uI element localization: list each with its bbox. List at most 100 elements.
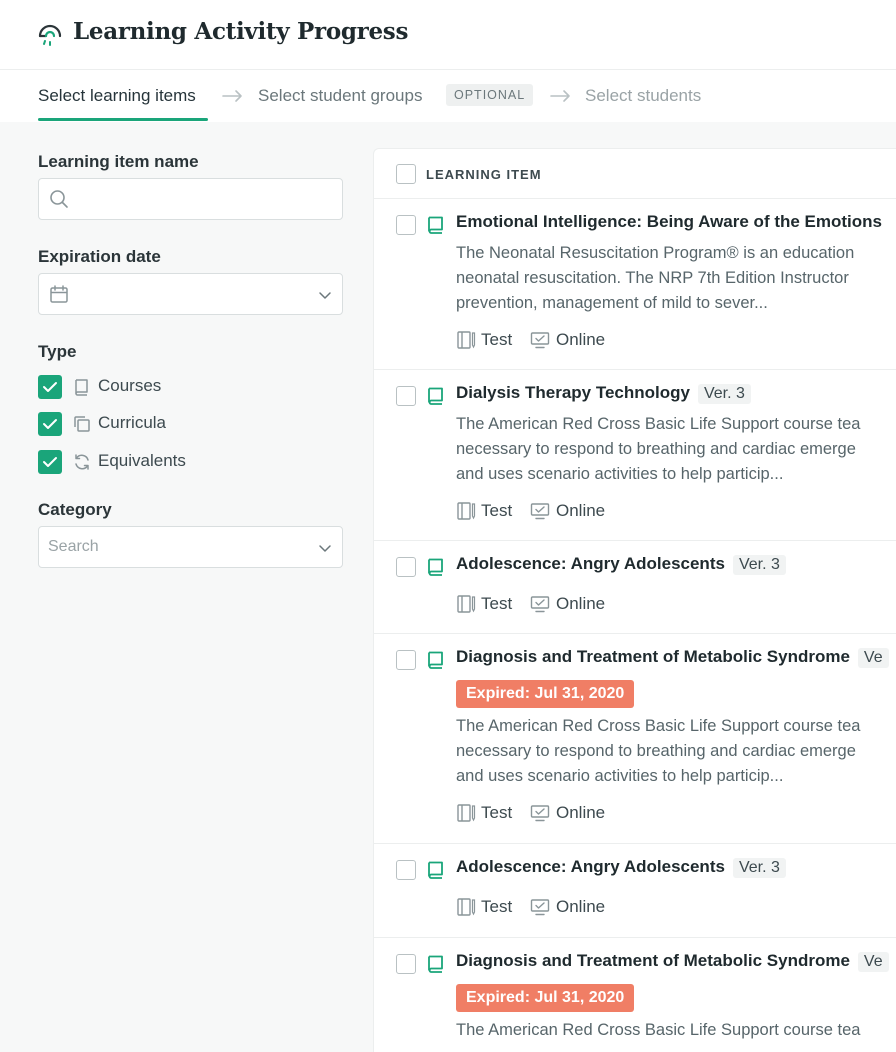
item-title-text: Adolescence: Angry Adolescents xyxy=(456,857,725,876)
test-icon xyxy=(457,804,476,822)
list-item[interactable]: Diagnosis and Treatment of Metabolic Syn… xyxy=(374,938,896,1052)
item-checkbox[interactable] xyxy=(396,215,416,235)
type-label: Type xyxy=(38,342,77,361)
chevron-down-icon xyxy=(319,292,331,299)
item-checkbox[interactable] xyxy=(396,860,416,880)
item-description-line: The Neonatal Resuscitation Program® is a… xyxy=(456,244,855,262)
item-tag-test: Test xyxy=(481,501,513,520)
type-option-courses[interactable]: Courses xyxy=(38,375,298,399)
expired-badge: Expired: Jul 31, 2020 xyxy=(456,984,635,1012)
page-title: Learning Activity Progress xyxy=(73,18,409,45)
list-item[interactable]: Diagnosis and Treatment of Metabolic Syn… xyxy=(374,634,896,844)
stack-icon xyxy=(74,416,90,432)
test-icon xyxy=(457,502,476,520)
version-badge: Ver. 3 xyxy=(732,555,786,575)
item-title[interactable]: Emotional Intelligence: Being Aware of t… xyxy=(456,212,882,232)
item-title[interactable]: Adolescence: Angry Adolescents Ver. 3 xyxy=(456,857,786,878)
type-option-label: Equivalents xyxy=(98,451,186,470)
step-select-students[interactable]: Select students xyxy=(585,86,701,106)
test-icon xyxy=(457,595,476,613)
item-description-line: neonatal resuscitation. The NRP 7th Edit… xyxy=(456,269,849,287)
type-option-label: Courses xyxy=(98,376,162,395)
version-badge: Ver. 3 xyxy=(697,384,751,404)
monitor-icon xyxy=(530,332,550,349)
item-checkbox[interactable] xyxy=(396,954,416,974)
select-all-checkbox[interactable] xyxy=(396,164,416,184)
active-step-indicator xyxy=(38,118,208,121)
list-header: LEARNING ITEM xyxy=(374,149,896,199)
item-description-line: necessary to respond to breathing and ca… xyxy=(456,440,856,458)
learning-item-name-label: Learning item name xyxy=(38,152,199,171)
checkbox-checked[interactable] xyxy=(38,375,62,399)
item-meta: Test Online xyxy=(456,896,756,918)
category-placeholder: Search xyxy=(48,538,99,555)
step-navigation: Select learning items Select student gro… xyxy=(0,70,896,122)
book-icon xyxy=(428,861,443,879)
category-label: Category xyxy=(38,500,112,519)
book-icon xyxy=(75,379,88,396)
item-checkbox[interactable] xyxy=(396,557,416,577)
chevron-down-icon xyxy=(319,545,331,552)
step-select-student-groups[interactable]: Select student groups xyxy=(258,86,422,106)
item-tag-test: Test xyxy=(481,803,513,822)
item-title-text: Diagnosis and Treatment of Metabolic Syn… xyxy=(456,647,850,666)
app-header: Learning Activity Progress xyxy=(0,0,896,70)
checkbox-checked[interactable] xyxy=(38,450,62,474)
item-description-line: necessary to respond to breathing and ca… xyxy=(456,742,856,760)
type-option-equivalents[interactable]: Equivalents xyxy=(38,450,298,474)
item-tag-online: Online xyxy=(556,897,606,916)
item-title-text: Adolescence: Angry Adolescents xyxy=(456,554,725,573)
monitor-icon xyxy=(530,805,550,822)
calendar-icon xyxy=(50,285,68,303)
item-description-line: prevention, management of mild to sever.… xyxy=(456,294,768,312)
item-description-line: and uses scenario activities to help par… xyxy=(456,767,784,785)
item-tag-test: Test xyxy=(481,594,513,613)
monitor-icon xyxy=(530,503,550,520)
item-title[interactable]: Diagnosis and Treatment of Metabolic Syn… xyxy=(456,647,889,668)
arrow-right-icon xyxy=(550,90,570,102)
item-title[interactable]: Adolescence: Angry Adolescents Ver. 3 xyxy=(456,554,786,575)
book-icon xyxy=(428,387,443,405)
item-tag-online: Online xyxy=(556,803,606,822)
type-option-label: Curricula xyxy=(98,413,167,432)
item-tag-online: Online xyxy=(556,330,606,349)
book-icon xyxy=(428,651,443,669)
item-meta: Test Online xyxy=(456,593,756,615)
item-description-line: and uses scenario activities to help par… xyxy=(456,465,784,483)
item-meta: Test Online xyxy=(456,500,756,522)
search-icon xyxy=(50,190,68,208)
arrow-right-icon xyxy=(222,90,242,102)
category-select[interactable]: Search xyxy=(38,526,343,568)
expiration-date-picker[interactable] xyxy=(38,273,343,315)
monitor-icon xyxy=(530,899,550,916)
expiration-date-label: Expiration date xyxy=(38,247,161,266)
version-badge: Ve xyxy=(857,648,889,668)
column-header-learning-item: LEARNING ITEM xyxy=(426,167,542,182)
item-title-text: Diagnosis and Treatment of Metabolic Syn… xyxy=(456,951,850,970)
item-tag-online: Online xyxy=(556,594,606,613)
book-icon xyxy=(428,955,443,973)
item-title[interactable]: Diagnosis and Treatment of Metabolic Syn… xyxy=(456,951,889,972)
test-icon xyxy=(457,331,476,349)
item-tag-test: Test xyxy=(481,330,513,349)
version-badge: Ve xyxy=(857,952,889,972)
step-select-learning-items[interactable]: Select learning items xyxy=(38,86,196,106)
checkbox-checked[interactable] xyxy=(38,412,62,436)
item-meta: Test Online xyxy=(456,802,756,824)
item-description-line: The American Red Cross Basic Life Suppor… xyxy=(456,1021,861,1039)
list-item[interactable]: Dialysis Therapy Technology Ver. 3 The Am… xyxy=(374,370,896,541)
item-tag-online: Online xyxy=(556,501,606,520)
item-description-line: The American Red Cross Basic Life Suppor… xyxy=(456,717,861,735)
item-title[interactable]: Dialysis Therapy Technology Ver. 3 xyxy=(456,383,751,404)
type-option-curricula[interactable]: Curricula xyxy=(38,412,298,436)
item-checkbox[interactable] xyxy=(396,650,416,670)
list-item[interactable]: Adolescence: Angry Adolescents Ver. 3 Tes… xyxy=(374,844,896,938)
optional-badge: OPTIONAL xyxy=(446,84,534,106)
learning-items-panel: LEARNING ITEM Emotional Intelligence: Be… xyxy=(373,148,896,1052)
list-item[interactable]: Adolescence: Angry Adolescents Ver. 3 Tes… xyxy=(374,541,896,634)
list-item[interactable]: Emotional Intelligence: Being Aware of t… xyxy=(374,199,896,370)
item-checkbox[interactable] xyxy=(396,386,416,406)
learning-item-name-input[interactable] xyxy=(38,178,343,220)
book-icon xyxy=(428,216,443,234)
refresh-icon xyxy=(75,454,89,470)
